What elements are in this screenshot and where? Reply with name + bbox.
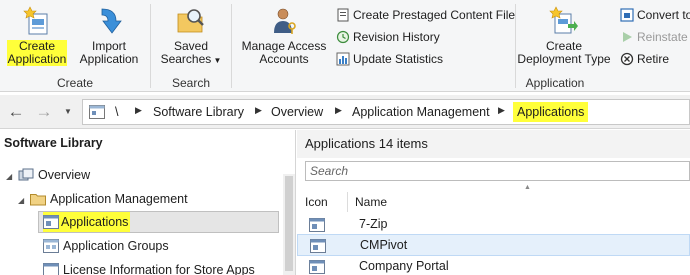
update-statistics-label: Update Statistics bbox=[353, 52, 444, 66]
saved-searches-label-1: Saved bbox=[173, 39, 209, 53]
license-icon bbox=[43, 263, 59, 275]
address-bar: ← → ▼ \ ▶ Software Library ▶ Overview ▶ … bbox=[0, 95, 690, 129]
search-input[interactable]: Search bbox=[305, 161, 690, 181]
retire-icon bbox=[620, 52, 634, 66]
create-application-button[interactable]: Create Application bbox=[2, 6, 72, 66]
ribbon: Create Application Import Application Cr… bbox=[0, 0, 690, 92]
create-application-label-1: Create bbox=[18, 39, 56, 53]
chevron-right-icon[interactable]: ▶ bbox=[255, 105, 262, 116]
scrollbar-thumb[interactable] bbox=[285, 176, 293, 271]
table-row[interactable]: Company Portal bbox=[297, 256, 690, 275]
tree-item-applications[interactable]: Applications bbox=[43, 212, 131, 232]
retire-label: Retire bbox=[637, 52, 670, 66]
pane-title: Software Library bbox=[4, 136, 103, 150]
user-key-icon bbox=[274, 8, 296, 34]
table-row[interactable]: CMPivot bbox=[297, 234, 690, 256]
table-row[interactable]: 7-Zip bbox=[297, 214, 690, 236]
document-icon bbox=[337, 8, 349, 22]
application-icon bbox=[310, 239, 326, 253]
application-icon bbox=[309, 218, 325, 232]
import-arrow-icon bbox=[101, 8, 122, 34]
revision-history-label: Revision History bbox=[353, 30, 440, 44]
deployment-type-label-2: Deployment Type bbox=[517, 52, 611, 66]
manage-access-label-2: Accounts bbox=[259, 52, 309, 66]
history-icon bbox=[336, 30, 350, 44]
import-application-button[interactable]: Import Application bbox=[74, 6, 144, 66]
chevron-right-icon[interactable]: ▶ bbox=[498, 105, 505, 116]
tree-label-overview: Overview bbox=[38, 168, 91, 182]
convert-to-button[interactable]: Convert to bbox=[620, 6, 690, 24]
create-prestaged-label: Create Prestaged Content File bbox=[353, 8, 516, 22]
applications-icon bbox=[43, 215, 59, 229]
convert-to-label: Convert to bbox=[637, 8, 690, 22]
saved-searches-icon bbox=[177, 9, 204, 33]
application-icon bbox=[309, 260, 325, 274]
back-arrow-icon[interactable]: ← bbox=[6, 102, 26, 122]
revision-history-button[interactable]: Revision History bbox=[336, 28, 440, 46]
column-header-icon[interactable]: Icon bbox=[305, 192, 328, 212]
row-name: CMPivot bbox=[360, 238, 408, 252]
ribbon-separator bbox=[231, 4, 232, 88]
expand-arrow-icon[interactable]: ◢ bbox=[6, 167, 18, 187]
expand-arrow-icon[interactable]: ◢ bbox=[18, 191, 30, 211]
tree-item-overview[interactable]: ◢ Overview bbox=[6, 165, 90, 185]
vertical-scrollbar[interactable] bbox=[283, 174, 295, 275]
folder-icon bbox=[30, 194, 46, 206]
breadcrumb-root[interactable]: \ bbox=[115, 105, 118, 119]
manage-access-accounts-button[interactable]: Manage Access Accounts bbox=[238, 6, 330, 66]
history-dropdown-icon[interactable]: ▼ bbox=[58, 102, 78, 122]
list-header: Applications 14 items bbox=[297, 130, 690, 158]
tree-item-application-groups[interactable]: Application Groups bbox=[43, 236, 169, 256]
tree-label-applications: Applications bbox=[61, 215, 129, 229]
chevron-right-icon[interactable]: ▶ bbox=[135, 105, 142, 116]
list-title: Applications bbox=[305, 136, 376, 151]
create-deployment-type-button[interactable]: Create Deployment Type bbox=[514, 6, 614, 66]
content-pane: Applications 14 items Search ▲ Icon Name… bbox=[297, 130, 690, 275]
item-count: 14 items bbox=[378, 136, 428, 151]
column-header-name[interactable]: Name bbox=[355, 192, 387, 212]
reinstate-button[interactable]: Reinstate bbox=[620, 28, 688, 46]
breadcrumb: \ ▶ Software Library ▶ Overview ▶ Applic… bbox=[82, 99, 690, 125]
tree-item-application-management[interactable]: ◢ Application Management bbox=[18, 189, 188, 209]
dropdown-arrow-icon: ▼ bbox=[211, 56, 222, 65]
overview-icon bbox=[18, 168, 34, 181]
tree-label-application-management: Application Management bbox=[50, 192, 188, 206]
reinstate-label: Reinstate bbox=[637, 30, 688, 44]
saved-searches-button[interactable]: Saved Searches ▼ bbox=[158, 6, 224, 67]
deployment-type-label-1: Create bbox=[545, 39, 583, 53]
manage-access-label-1: Manage Access bbox=[241, 39, 327, 53]
breadcrumb-software-library[interactable]: Software Library bbox=[153, 105, 244, 119]
update-statistics-button[interactable]: Update Statistics bbox=[336, 50, 443, 68]
breadcrumb-applications[interactable]: Applications bbox=[513, 102, 589, 122]
create-application-label-2: Application bbox=[7, 52, 67, 66]
row-name: Company Portal bbox=[359, 259, 449, 273]
retire-button[interactable]: Retire bbox=[620, 50, 669, 68]
breadcrumb-application-management[interactable]: Application Management bbox=[352, 105, 490, 119]
saved-searches-label-2: Searches bbox=[160, 52, 212, 66]
group-label-search: Search bbox=[171, 76, 211, 90]
ribbon-separator bbox=[150, 4, 151, 88]
row-name: 7-Zip bbox=[359, 217, 388, 231]
forward-arrow-icon[interactable]: → bbox=[34, 102, 54, 122]
group-label-create: Create bbox=[56, 76, 94, 90]
group-label-application: Application bbox=[525, 76, 585, 90]
tree-item-license-information[interactable]: License Information for Store Apps bbox=[43, 260, 255, 275]
chevron-right-icon[interactable]: ▶ bbox=[335, 105, 342, 116]
breadcrumb-overview[interactable]: Overview bbox=[271, 105, 323, 119]
reinstate-icon bbox=[623, 32, 632, 42]
tree-label-application-groups: Application Groups bbox=[63, 239, 169, 253]
console-root-icon bbox=[89, 105, 105, 119]
tree-label-license-information: License Information for Store Apps bbox=[63, 263, 255, 275]
statistics-icon bbox=[336, 52, 350, 66]
column-divider[interactable] bbox=[347, 192, 348, 212]
convert-icon bbox=[620, 8, 634, 22]
sort-ascending-icon: ▲ bbox=[524, 184, 531, 191]
create-application-icon bbox=[23, 6, 48, 35]
import-application-label-1: Import bbox=[91, 39, 126, 53]
navigation-pane: Software Library ◢ Overview ◢ Application … bbox=[0, 130, 296, 275]
create-prestaged-content-button[interactable]: Create Prestaged Content File bbox=[336, 6, 515, 24]
deployment-type-icon bbox=[549, 6, 578, 34]
import-application-label-2: Application bbox=[79, 52, 139, 66]
application-groups-icon bbox=[43, 239, 59, 253]
